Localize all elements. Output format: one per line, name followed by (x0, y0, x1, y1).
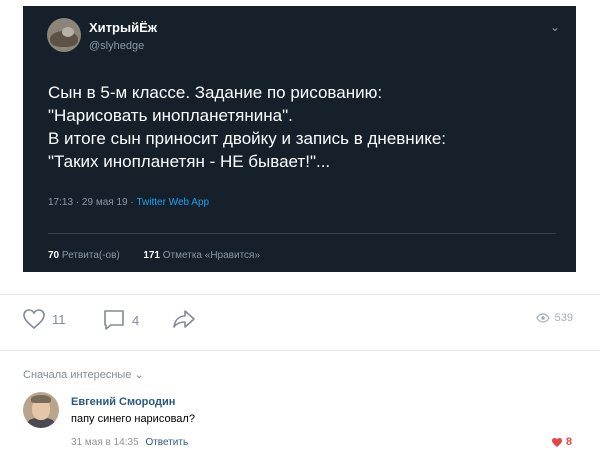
share-icon (173, 310, 195, 328)
comment-count: 4 (132, 312, 140, 328)
retweets-label[interactable]: Ретвита(-ов) (62, 250, 120, 261)
hedgehog-face (62, 27, 74, 37)
comments-divider (0, 350, 600, 351)
eye-icon (535, 313, 550, 323)
reply-button[interactable]: Ответить (145, 437, 188, 448)
comment-button[interactable]: 4 (102, 308, 139, 332)
tweet-divider (48, 233, 556, 234)
comment-like-button[interactable]: 8 (551, 436, 572, 448)
tweet-likes-count: 171 (143, 250, 160, 261)
comment-text: папу синего нарисовал? (71, 413, 195, 425)
comments-sort-dropdown[interactable]: Сначала интересные ⌄ (23, 368, 144, 381)
comments-sort-label: Сначала интересные (23, 369, 132, 381)
comment-meta: 31 мая в 14:35 Ответить (71, 437, 188, 448)
embedded-tweet-card[interactable]: ХитрыйЁж @slyhedge ⌄ Сын в 5-м классе. З… (23, 6, 576, 272)
tweet-meta: 17:13 · 29 мая 19 · Twitter Web App (48, 197, 209, 208)
comment-like-count: 8 (565, 436, 572, 448)
tweet-likes-label[interactable]: Отметка «Нравится» (163, 250, 260, 261)
heart-icon (23, 309, 45, 330)
retweets-count: 70 (48, 250, 60, 261)
chevron-down-icon: ⌄ (134, 369, 144, 381)
views-count: 539 (554, 312, 573, 324)
post-actions-bar: 11 4 539 (22, 308, 578, 334)
comment-icon (104, 310, 124, 330)
like-button[interactable]: 11 (22, 308, 66, 330)
share-button[interactable] (172, 308, 196, 330)
comment-author-name[interactable]: Евгений Смородин (71, 396, 175, 408)
like-count: 11 (52, 311, 66, 327)
tweet-author-avatar[interactable] (47, 18, 81, 52)
tweet-source-link[interactable]: Twitter Web App (136, 197, 209, 208)
chevron-down-icon[interactable]: ⌄ (550, 20, 560, 34)
tweet-author-name[interactable]: ХитрыйЁж (89, 20, 157, 35)
avatar-hair (31, 395, 51, 403)
heart-icon (551, 437, 562, 447)
section-divider (0, 294, 600, 295)
tweet-time: 17:13 · 29 мая 19 · (48, 197, 137, 208)
tweet-stats: 70 Ретвита(-ов) 171 Отметка «Нравится» (48, 250, 260, 261)
views-counter: 539 (535, 312, 573, 324)
comment-date[interactable]: 31 мая в 14:35 (71, 437, 139, 448)
tweet-author-handle[interactable]: @slyhedge (89, 40, 144, 52)
tweet-text: Сын в 5-м классе. Задание по рисованию: … (48, 83, 446, 171)
comment-author-avatar[interactable] (23, 392, 59, 428)
